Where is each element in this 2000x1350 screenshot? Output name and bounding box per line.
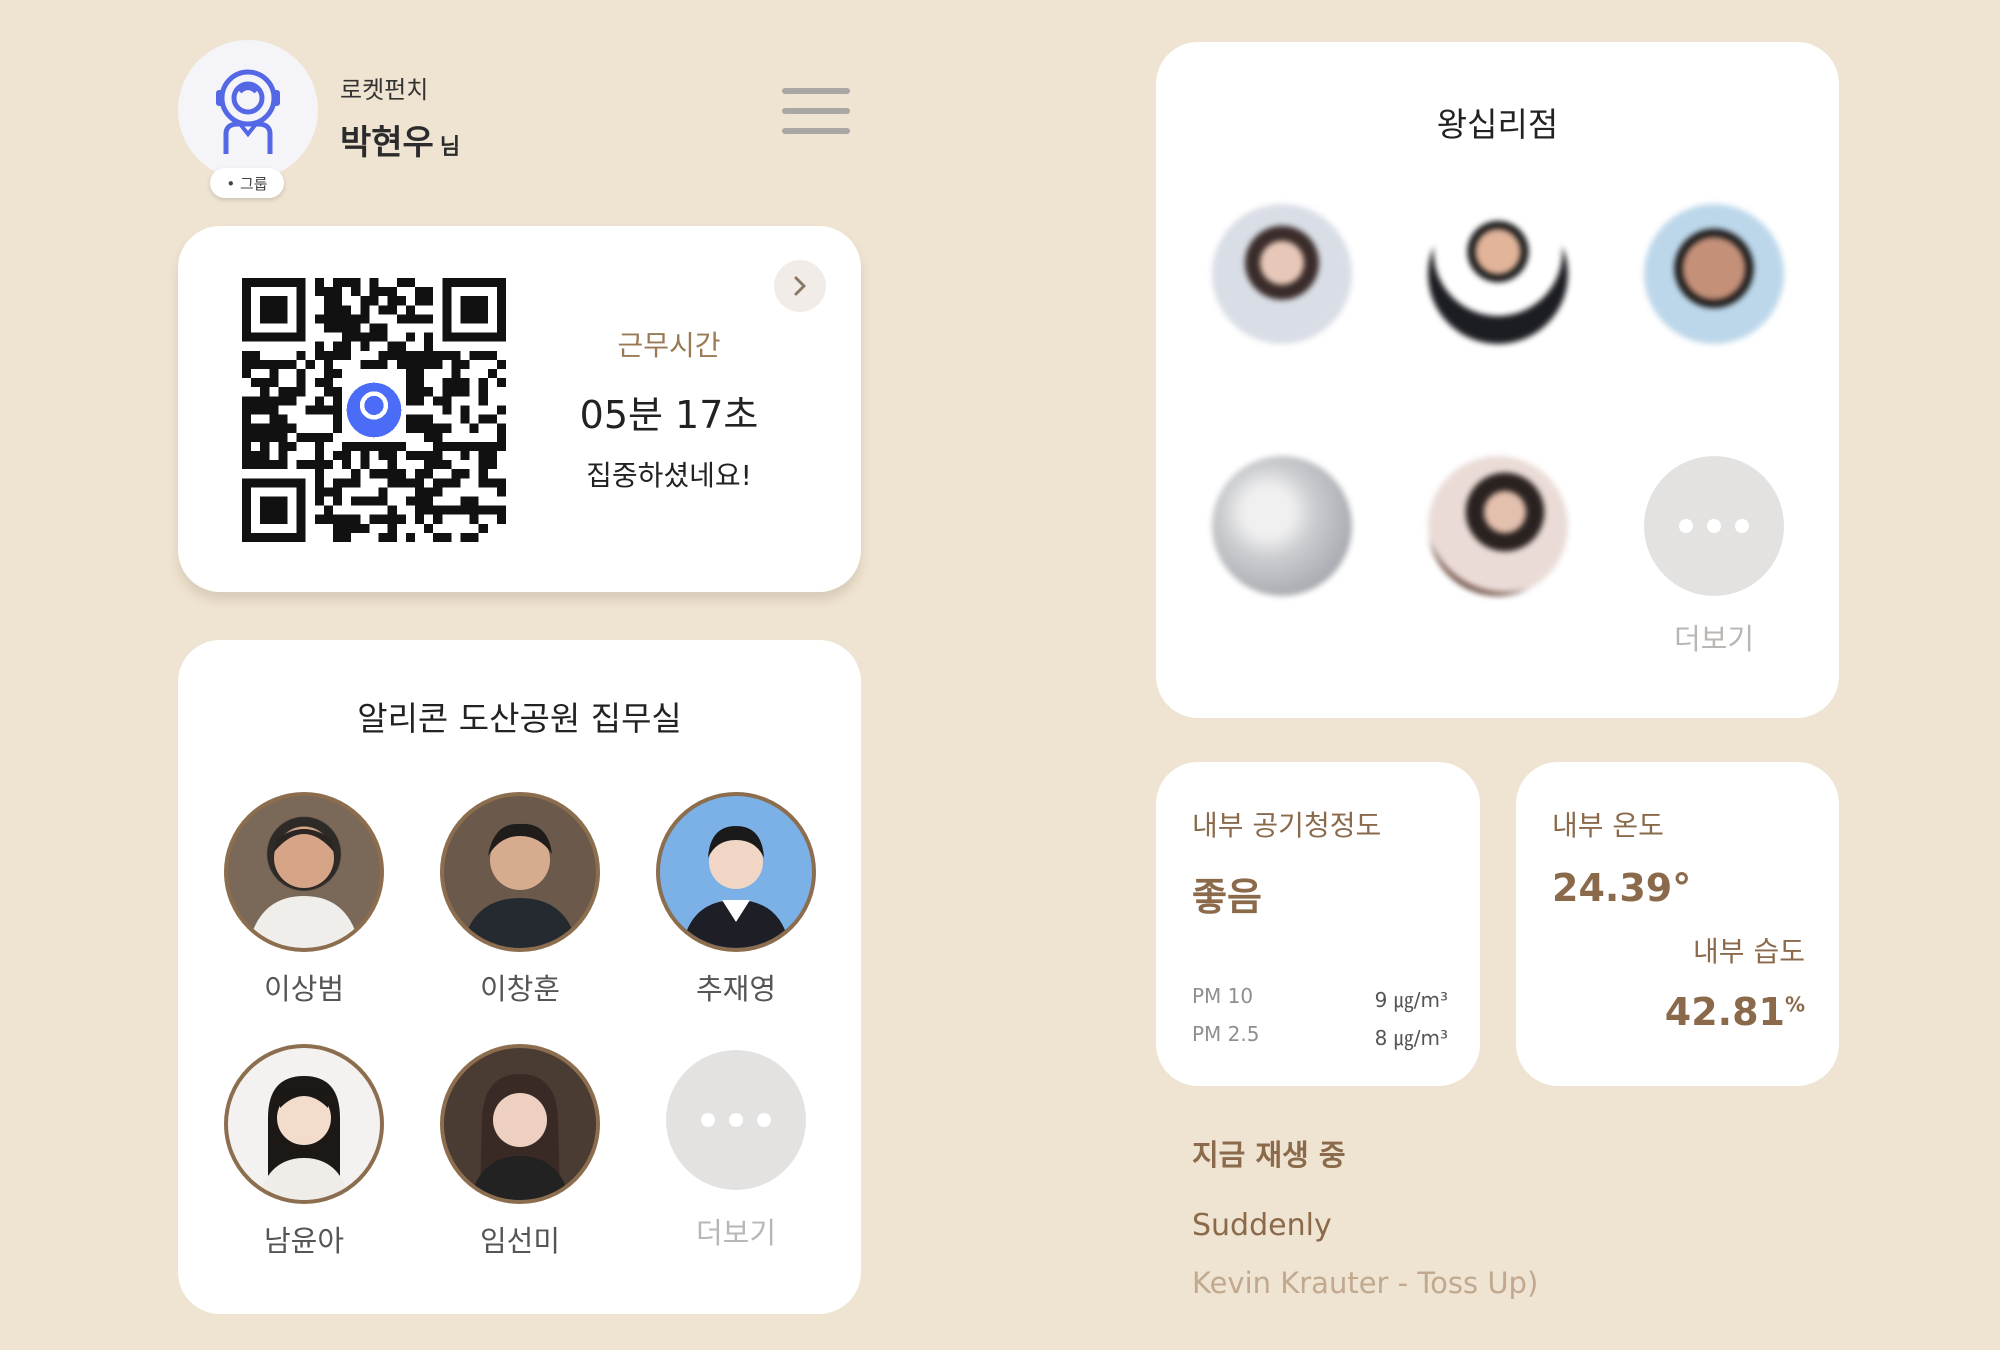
avatar [1428,204,1568,344]
pm25-value: 8 ㎍/m³ [1374,1026,1448,1050]
more-label: 더보기 [695,1216,777,1250]
pm10-value: 9 ㎍/m³ [1374,988,1448,1012]
air-quality-card[interactable]: 내부 공기청정도 좋음 PM 10 9 ㎍/m³ PM 2.5 8 ㎍/m³ [1156,762,1480,1086]
pm25-row: PM 2.5 8 ㎍/m³ [1192,1022,1448,1050]
humidity-value: 42.81 [1664,990,1785,1034]
checkin-card: 근무시간 05분 17초 집중하셨네요! [178,226,861,592]
branch-member-item[interactable] [1418,204,1578,344]
hamburger-menu-icon[interactable] [782,88,850,134]
temp-title: 내부 온도 [1552,809,1664,842]
more-dots-icon [666,1050,806,1190]
avatar [440,792,600,952]
humidity-title: 내부 습도 [1693,935,1805,968]
humidity-value-wrap: 42.81% [1665,990,1805,1034]
member-item[interactable]: 이창훈 [440,792,600,1008]
more-label: 더보기 [1673,622,1755,656]
work-time-value: 05분 17초 [579,393,759,437]
office-title: 알리콘 도산공원 집무실 [357,699,682,738]
pm10-label: PM 10 [1192,984,1254,1008]
honorific: 님 [439,135,461,160]
member-name: 이상범 [263,972,345,1006]
pm10-row: PM 10 9 ㎍/m³ [1192,984,1448,1012]
more-dots-icon [1644,456,1784,596]
detail-button[interactable] [774,260,826,312]
avatar [440,1044,600,1204]
company-name: 로켓펀치 [340,76,429,104]
song-title[interactable]: Suddenly [1192,1208,1332,1243]
pm25-label: PM 2.5 [1192,1022,1260,1046]
member-name: 이창훈 [479,972,561,1006]
avatar [224,1044,384,1204]
work-time-label: 근무시간 [617,329,721,362]
branch-card: 왕십리점 더보기 [1156,42,1839,718]
qr-code[interactable] [242,278,506,542]
user-name-text: 박현우 [340,123,434,163]
branch-member-item[interactable] [1418,456,1578,596]
member-item[interactable]: 남윤아 [224,1044,384,1260]
avatar [224,792,384,952]
temp-value: 24.39° [1552,866,1692,910]
member-item[interactable]: 임선미 [440,1044,600,1260]
avatar [656,792,816,952]
now-playing-title: 지금 재생 중 [1192,1138,1346,1172]
branch-title: 왕십리점 [1436,105,1559,144]
air-status: 좋음 [1192,875,1262,919]
avatar [1428,456,1568,596]
avatar [1212,456,1352,596]
avatar [1212,204,1352,344]
song-artist: Kevin Krauter - Toss Up) [1192,1266,1539,1300]
group-badge: • 그룹 [210,168,284,198]
work-message: 집중하셨네요! [586,459,752,492]
member-item[interactable]: 추재영 [656,792,816,1008]
branch-member-item[interactable] [1634,204,1794,344]
humidity-unit: % [1784,992,1805,1017]
member-name: 남윤아 [263,1224,345,1258]
air-title: 내부 공기청정도 [1192,809,1382,842]
more-members-button[interactable]: 더보기 [656,1044,816,1252]
branch-member-item[interactable] [1202,456,1362,596]
chevron-right-icon [794,276,806,296]
avatar [1644,204,1784,344]
profile-avatar[interactable] [178,40,318,180]
more-branch-members-button[interactable]: 더보기 [1634,456,1794,658]
climate-card[interactable]: 내부 온도 24.39° 내부 습도 42.81% [1516,762,1839,1086]
member-name: 추재영 [695,972,777,1006]
branch-member-item[interactable] [1202,204,1362,344]
astronaut-icon [216,69,280,154]
member-item[interactable]: 이상범 [224,792,384,1008]
user-name: 박현우 님 [340,115,460,164]
office-card: 알리콘 도산공원 집무실 이상범 이창훈 추재영 남윤아 임선미 더보기 [178,640,861,1314]
member-name: 임선미 [479,1224,561,1258]
